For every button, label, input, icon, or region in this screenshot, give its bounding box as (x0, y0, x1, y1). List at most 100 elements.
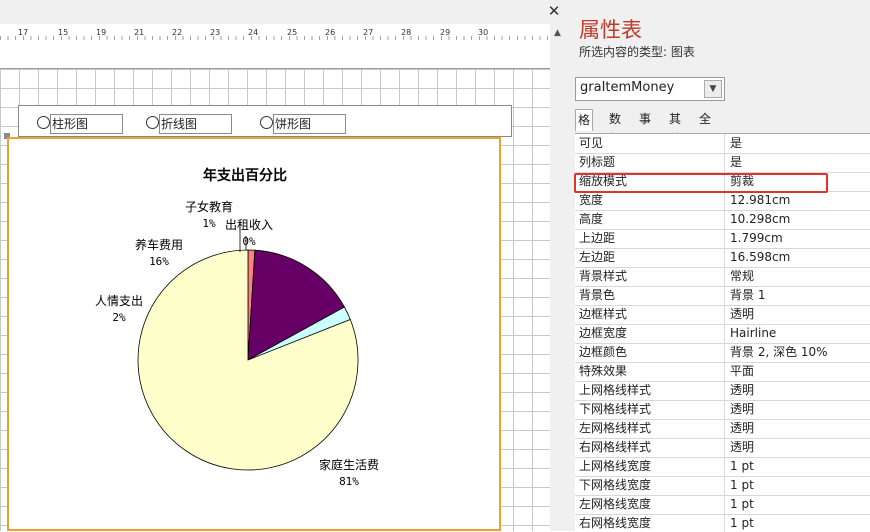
property-name: 左网格线样式 (575, 419, 725, 438)
property-name: 上边距 (575, 229, 725, 248)
slice-percent-label: 1% (202, 217, 216, 230)
ruler-label: 30 (478, 28, 489, 37)
property-value[interactable]: 是 (730, 134, 742, 153)
property-row[interactable]: 可见是 (575, 134, 870, 154)
property-value[interactable]: 透明 (730, 419, 754, 438)
property-name: 边框样式 (575, 305, 725, 324)
property-row[interactable]: 上网格线样式 透明 (575, 381, 870, 401)
property-name: 特殊效果 (575, 362, 725, 381)
property-name: 上网格线宽度 (575, 457, 725, 476)
ruler-label: 28 (401, 28, 412, 37)
slice-percent-label: 81% (339, 475, 359, 488)
ruler-label: 23 (210, 28, 221, 37)
property-row[interactable]: 上网格线宽度 1 pt (575, 457, 870, 477)
property-row[interactable]: 边框宽度 Hairline (575, 324, 870, 344)
property-row[interactable]: 上边距 1.799cm (575, 229, 870, 249)
ruler-label: 22 (172, 28, 183, 37)
property-value[interactable]: Hairline (730, 324, 776, 343)
property-name: 列标题 (575, 153, 725, 172)
section-header-band (0, 44, 550, 69)
property-name: 下网格线样式 (575, 400, 725, 419)
tab-format[interactable]: 格式 (575, 109, 594, 147)
property-name: 上网格线样式 (575, 381, 725, 400)
ruler-label: 29 (440, 28, 451, 37)
tab-event[interactable]: 事件 (637, 109, 653, 146)
property-value[interactable]: 透明 (730, 381, 754, 400)
property-name: 右网格线样式 (575, 438, 725, 457)
property-value[interactable]: 1 pt (730, 514, 754, 532)
chart-control[interactable]: 年支出百分比 家庭生活费 81% 人情支出 2% 养车费用 16% 子女教育 1% 出租收入 0% (7, 137, 501, 531)
property-row[interactable]: 下网格线宽度 1 pt (575, 476, 870, 496)
ruler-label: 17 (18, 28, 29, 37)
property-value[interactable]: 常规 (730, 267, 754, 286)
slice-percent-label: 2% (112, 311, 126, 324)
close-icon[interactable]: ✕ (546, 2, 562, 20)
property-value[interactable]: 平面 (730, 362, 754, 381)
property-value[interactable]: 1.799cm (730, 229, 783, 248)
property-row[interactable]: 边框颜色 背景 2, 深色 10% (575, 343, 870, 363)
property-name: 右网格线宽度 (575, 514, 725, 532)
ruler-label: 15 (58, 28, 69, 37)
property-value[interactable]: 16.598cm (730, 248, 790, 267)
property-value[interactable]: 透明 (730, 438, 754, 457)
property-row[interactable]: 下网格线样式 透明 (575, 400, 870, 420)
property-row[interactable]: 左网格线样式 透明 (575, 419, 870, 439)
property-value[interactable]: 背景 1 (730, 286, 765, 305)
ruler-label: 21 (134, 28, 145, 37)
property-name: 背景样式 (575, 267, 725, 286)
property-row[interactable]: 高度 10.298cm (575, 210, 870, 230)
vertical-scrollbar[interactable] (551, 44, 567, 531)
property-row[interactable]: 边框样式 透明 (575, 305, 870, 325)
property-value[interactable]: 透明 (730, 305, 754, 324)
property-name: 左网格线宽度 (575, 495, 725, 514)
property-value[interactable]: 是 (730, 153, 742, 172)
property-value[interactable]: 10.298cm (730, 210, 790, 229)
property-name: 背景色 (575, 286, 725, 305)
radio-circle-icon[interactable] (37, 116, 50, 129)
property-sheet-title: 属性表 (579, 18, 642, 42)
radio-circle-icon[interactable] (146, 116, 159, 129)
property-value[interactable]: 1 pt (730, 457, 754, 476)
property-row[interactable]: 右网格线宽度 1 pt (575, 514, 870, 532)
chevron-down-icon[interactable]: ▼ (704, 80, 722, 98)
radio-label: 饼形图 (273, 114, 346, 134)
property-value[interactable]: 1 pt (730, 476, 754, 495)
property-row[interactable]: 背景色 背景 1 (575, 286, 870, 306)
tab-data[interactable]: 数据 (607, 109, 623, 146)
slice-name-label: 家庭生活费 (319, 457, 379, 472)
property-row[interactable]: 宽度 12.981cm (575, 191, 870, 211)
slice-name-label: 出租收入 (225, 218, 273, 232)
tab-other[interactable]: 其他 (667, 109, 683, 146)
report-design-area: ✕ 17 15 19 21 22 23 24 25 26 27 28 29 30 ▲ 柱形图 折线图 饼… (0, 0, 567, 531)
horizontal-ruler: 17 15 19 21 22 23 24 25 26 27 28 29 30 (0, 24, 550, 45)
slice-percent-label: 16% (149, 255, 169, 268)
highlight-annotation-box (574, 173, 828, 193)
slice-percent-label: 0% (242, 235, 256, 248)
radio-circle-icon[interactable] (260, 116, 273, 129)
property-row[interactable]: 右网格线样式 透明 (575, 438, 870, 458)
radio-label: 折线图 (159, 114, 232, 134)
property-row[interactable]: 列标题是 (575, 153, 870, 173)
control-selector-dropdown[interactable]: graItemMoney ▼ (575, 77, 725, 101)
property-name: 可见 (575, 134, 725, 153)
selection-type-label: 所选内容的类型: 图表 (579, 45, 695, 59)
chart-type-option-group: 柱形图 折线图 饼形图 (18, 105, 512, 137)
ruler-label: 26 (325, 28, 336, 37)
property-row[interactable]: 特殊效果 平面 (575, 362, 870, 382)
pie-chart: 年支出百分比 家庭生活费 81% 人情支出 2% 养车费用 16% 子女教育 1% 出租收入 0% (95, 167, 379, 488)
property-name: 边框宽度 (575, 324, 725, 343)
property-sheet: 属性表 所选内容的类型: 图表 graItemMoney ▼ 格式 数据 事件 … (567, 0, 870, 532)
property-row[interactable]: 左边距 16.598cm (575, 248, 870, 268)
scroll-up-icon[interactable]: ▲ (551, 26, 564, 40)
property-name: 边框颜色 (575, 343, 725, 362)
property-row[interactable]: 左网格线宽度 1 pt (575, 495, 870, 515)
slice-name-label: 子女教育 (185, 199, 233, 214)
property-value[interactable]: 12.981cm (730, 191, 790, 210)
tab-all[interactable]: 全部 (697, 109, 713, 146)
property-value[interactable]: 背景 2, 深色 10% (730, 343, 828, 362)
property-row[interactable]: 背景样式 常规 (575, 267, 870, 287)
ruler-label: 25 (287, 28, 298, 37)
slice-name-label: 人情支出 (95, 294, 143, 308)
property-value[interactable]: 透明 (730, 400, 754, 419)
property-value[interactable]: 1 pt (730, 495, 754, 514)
